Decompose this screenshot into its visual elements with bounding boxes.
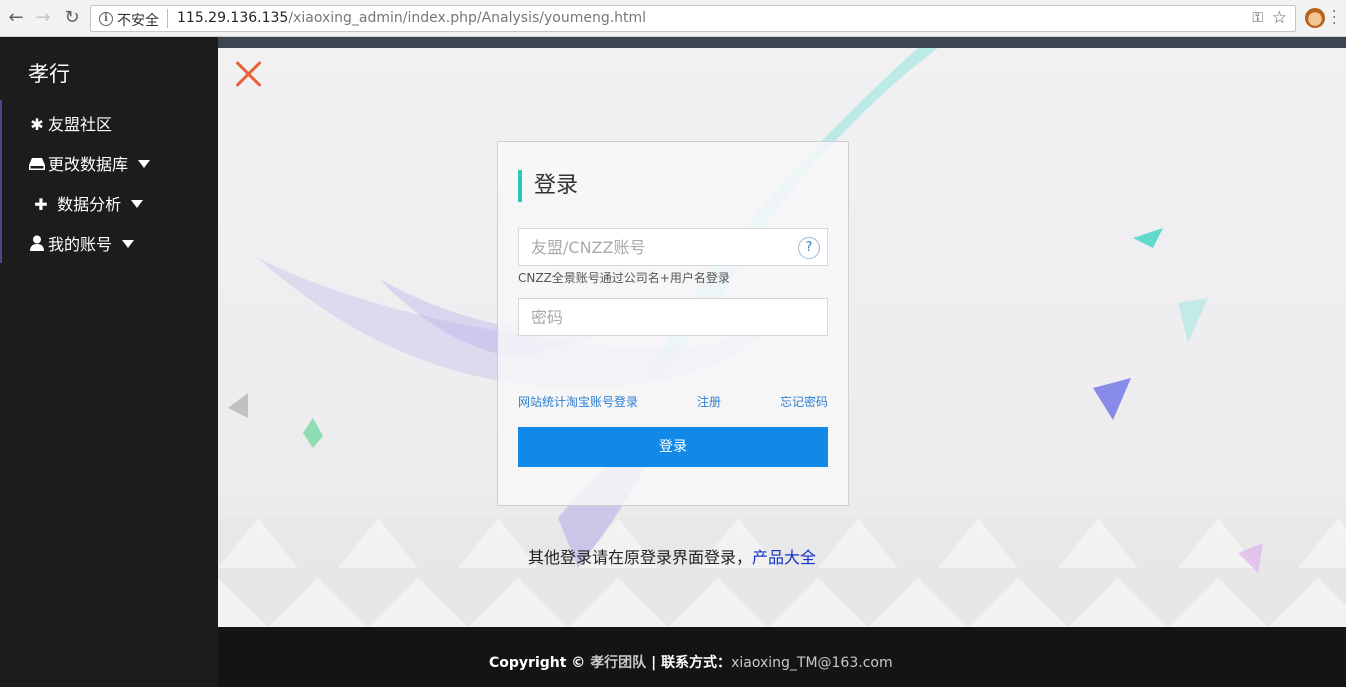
star-icon[interactable]: ☆ xyxy=(1272,8,1287,28)
plus-icon: ✚ xyxy=(34,195,48,214)
password-field[interactable] xyxy=(518,298,828,336)
brand-title[interactable]: 孝行 xyxy=(28,58,70,88)
sidebar: 孝行 ✱ 友盟社区 更改数据库 ✚ 数据分析 我的账号 xyxy=(0,37,218,687)
footer: Copyright © 孝行团队 | 联系方式：xiaoxing_TM@163.… xyxy=(218,627,1346,687)
footer-text: Copyright © 孝行团队 | 联系方式：xiaoxing_TM@163.… xyxy=(489,652,893,672)
other-login-text: 其他登录请在原登录界面登录， xyxy=(528,548,753,567)
key-icon[interactable]: ⚿ xyxy=(1252,10,1263,26)
url-host: 115.29.136.135 xyxy=(177,10,289,26)
taobao-login-link[interactable]: 网站统计淘宝账号登录 xyxy=(518,393,638,410)
info-icon[interactable]: i xyxy=(99,12,113,26)
sidebar-item-label: 友盟社区 xyxy=(48,115,113,134)
sidebar-item-account[interactable]: 我的账号 xyxy=(28,231,135,255)
forward-icon[interactable]: → xyxy=(32,7,54,29)
forgot-password-link[interactable]: 忘记密码 xyxy=(780,393,828,410)
sidebar-item-label: 我的账号 xyxy=(48,235,113,254)
url-path: /xiaoxing_admin/index.php/Analysis/youme… xyxy=(288,10,647,26)
drive-icon xyxy=(28,155,46,174)
login-panel: 登录 ? CNZZ全景账号通过公司名+用户名登录 网站统计淘宝账号登录 注册 忘… xyxy=(497,141,849,506)
main-content: 登录 ? CNZZ全景账号通过公司名+用户名登录 网站统计淘宝账号登录 注册 忘… xyxy=(218,37,1346,627)
password-input[interactable] xyxy=(519,299,827,335)
account-field[interactable]: ? xyxy=(518,228,828,266)
login-links: 网站统计淘宝账号登录 注册 忘记密码 xyxy=(518,393,828,409)
login-title: 登录 xyxy=(518,170,578,202)
user-icon xyxy=(28,235,46,254)
chevron-down-icon xyxy=(138,160,151,168)
help-icon[interactable]: ? xyxy=(798,237,820,259)
back-icon[interactable]: ← xyxy=(5,7,27,29)
register-link[interactable]: 注册 xyxy=(697,393,721,410)
sidebar-menu: ✱ 友盟社区 更改数据库 ✚ 数据分析 我的账号 xyxy=(0,100,218,263)
sidebar-item-analysis[interactable]: ✚ 数据分析 xyxy=(32,191,144,215)
top-bar xyxy=(218,37,1346,48)
extension-icon[interactable] xyxy=(1305,8,1325,28)
contact-label: 联系方式： xyxy=(661,655,732,671)
asterisk-icon: ✱ xyxy=(30,115,44,134)
address-bar[interactable]: i 不安全 115.29.136.135/xiaoxing_admin/inde… xyxy=(90,5,1296,32)
team-name: 孝行团队 xyxy=(590,655,647,671)
footer-separator: | xyxy=(651,655,657,671)
login-button[interactable]: 登录 xyxy=(518,427,828,467)
other-login-note: 其他登录请在原登录界面登录，产品大全 xyxy=(528,544,816,568)
url-divider xyxy=(167,9,168,28)
url-text[interactable]: 115.29.136.135/xiaoxing_admin/index.php/… xyxy=(177,10,646,26)
copyright-label: Copyright © xyxy=(489,655,586,671)
reload-icon[interactable]: ↻ xyxy=(61,7,83,29)
sidebar-item-database[interactable]: 更改数据库 xyxy=(28,151,151,175)
account-hint: CNZZ全景账号通过公司名+用户名登录 xyxy=(518,271,730,285)
security-label[interactable]: 不安全 xyxy=(117,10,159,30)
sidebar-item-community[interactable]: ✱ 友盟社区 xyxy=(28,111,112,135)
chevron-down-icon xyxy=(122,240,135,248)
sidebar-item-label: 更改数据库 xyxy=(48,155,129,174)
menu-icon[interactable]: · · · xyxy=(1332,5,1336,31)
contact-email[interactable]: xiaoxing_TM@163.com xyxy=(731,655,893,671)
browser-toolbar: ← → ↻ i 不安全 115.29.136.135/xiaoxing_admi… xyxy=(0,0,1346,37)
chevron-down-icon xyxy=(131,200,144,208)
product-list-link[interactable]: 产品大全 xyxy=(752,548,816,567)
sidebar-item-label: 数据分析 xyxy=(57,195,122,214)
close-icon[interactable] xyxy=(234,59,264,89)
account-input[interactable] xyxy=(519,229,827,265)
